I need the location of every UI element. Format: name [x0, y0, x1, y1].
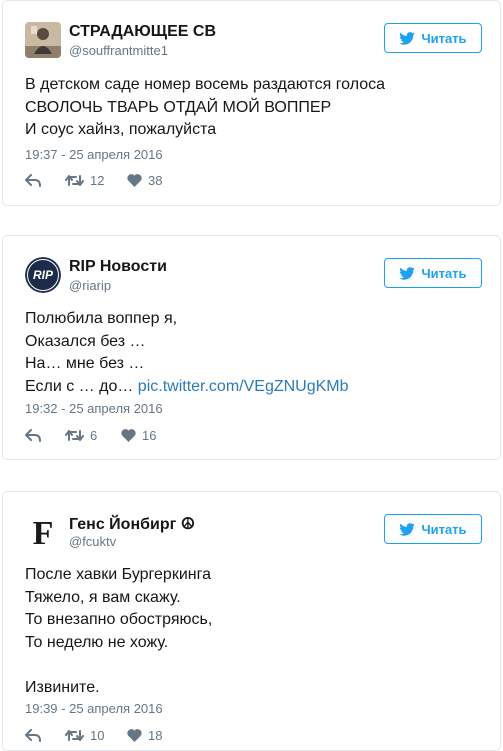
like-count: 18	[148, 728, 163, 743]
reply-icon	[25, 729, 41, 742]
like-button[interactable]: 16	[121, 428, 156, 443]
retweet-icon	[65, 430, 84, 441]
tweet-card: F Генс Йонбирг ☮ @fcuktv Читать После ха…	[2, 491, 501, 751]
follow-button[interactable]: Читать	[384, 258, 482, 288]
twitter-bird-icon	[399, 266, 416, 280]
tweet-line: СВОЛОЧЬ ТВАРЬ ОТДАЙ МОЙ ВОППЕР	[25, 98, 332, 116]
retweet-icon	[65, 175, 84, 186]
reply-button[interactable]	[25, 729, 53, 742]
retweet-button[interactable]: 6	[65, 428, 117, 443]
heart-icon	[127, 729, 142, 742]
tweet-timestamp[interactable]: 19:32 - 25 апреля 2016	[25, 401, 163, 416]
tweet-line: Оказался без …	[25, 332, 146, 350]
heart-icon	[127, 174, 142, 187]
follow-label: Читать	[421, 521, 467, 537]
author-name[interactable]: RIP Новости	[69, 258, 167, 276]
tweet-text: В детском саде номер восемь раздаются го…	[25, 74, 480, 142]
person-photo-avatar-icon[interactable]	[25, 22, 61, 58]
tweet-timestamp[interactable]: 19:37 - 25 апреля 2016	[25, 147, 163, 162]
tweet-actions: 6 16	[25, 428, 156, 443]
rip-logo-avatar-icon[interactable]: RIP	[25, 257, 61, 293]
tweet-line: В детском саде номер восемь раздаются го…	[25, 76, 386, 93]
retweet-count: 6	[90, 428, 98, 443]
avatar-letter: F	[33, 515, 54, 549]
tweet-text: Полюбила воппер я, Оказался без … На… мн…	[25, 308, 480, 398]
reply-icon	[25, 429, 41, 442]
tweet-line: На… мне без …	[25, 355, 145, 372]
letter-f-avatar-icon[interactable]: F	[25, 513, 61, 549]
retweet-button[interactable]: 12	[65, 173, 123, 188]
tweet-line: Тяжело, я вам скажу.	[25, 588, 181, 606]
tweet-line: То внезапно обостряюсь,	[25, 611, 213, 628]
author-name[interactable]: Генс Йонбирг ☮	[69, 514, 195, 534]
tweet-line: Полюбила воппер я,	[25, 310, 178, 327]
author-handle[interactable]: @riarip	[69, 278, 111, 293]
reply-button[interactable]	[25, 429, 53, 442]
like-count: 38	[148, 173, 163, 188]
tweet-timestamp[interactable]: 19:39 - 25 апреля 2016	[25, 701, 163, 716]
tweet-card: СТРАДАЮЩЕЕ СВ @souffrantmitte1 Читать В …	[2, 0, 501, 206]
follow-button[interactable]: Читать	[384, 514, 482, 544]
media-link[interactable]: pic.twitter.com/VEgZNUgKMb	[138, 378, 349, 395]
author-handle[interactable]: @fcuktv	[69, 534, 116, 549]
tweet-text: После хавки Бургеркинга Тяжело, я вам ск…	[25, 564, 480, 699]
author-name[interactable]: СТРАДАЮЩЕЕ СВ	[69, 23, 216, 41]
author-handle[interactable]: @souffrantmitte1	[69, 43, 168, 58]
retweet-count: 10	[90, 728, 105, 743]
heart-icon	[121, 429, 136, 442]
like-count: 16	[142, 428, 157, 443]
retweet-icon	[65, 730, 84, 741]
like-button[interactable]: 18	[127, 728, 162, 743]
follow-label: Читать	[421, 30, 467, 46]
like-button[interactable]: 38	[127, 173, 162, 188]
tweet-card: RIP RIP Новости @riarip Читать Полюбила …	[2, 235, 501, 460]
tweet-actions: 12 38	[25, 173, 162, 188]
tweet-line: Извините.	[25, 678, 100, 696]
tweet-line-text: Если с … до…	[25, 377, 134, 395]
svg-text:RIP: RIP	[33, 268, 54, 282]
retweet-count: 12	[90, 173, 105, 188]
tweet-line: И соус хайнз, пожалуйста	[25, 121, 217, 138]
twitter-bird-icon	[399, 31, 416, 45]
tweet-actions: 10 18	[25, 728, 162, 743]
twitter-bird-icon	[399, 522, 416, 536]
follow-label: Читать	[421, 265, 467, 281]
tweet-line: Если с … до… pic.twitter.com/VEgZNUgKMb	[25, 376, 480, 399]
retweet-button[interactable]: 10	[65, 728, 123, 743]
tweet-line: То неделю не хожу.	[25, 633, 169, 651]
reply-icon	[25, 174, 41, 187]
tweet-line: После хавки Бургеркинга	[25, 566, 211, 583]
reply-button[interactable]	[25, 174, 53, 187]
follow-button[interactable]: Читать	[384, 23, 482, 53]
